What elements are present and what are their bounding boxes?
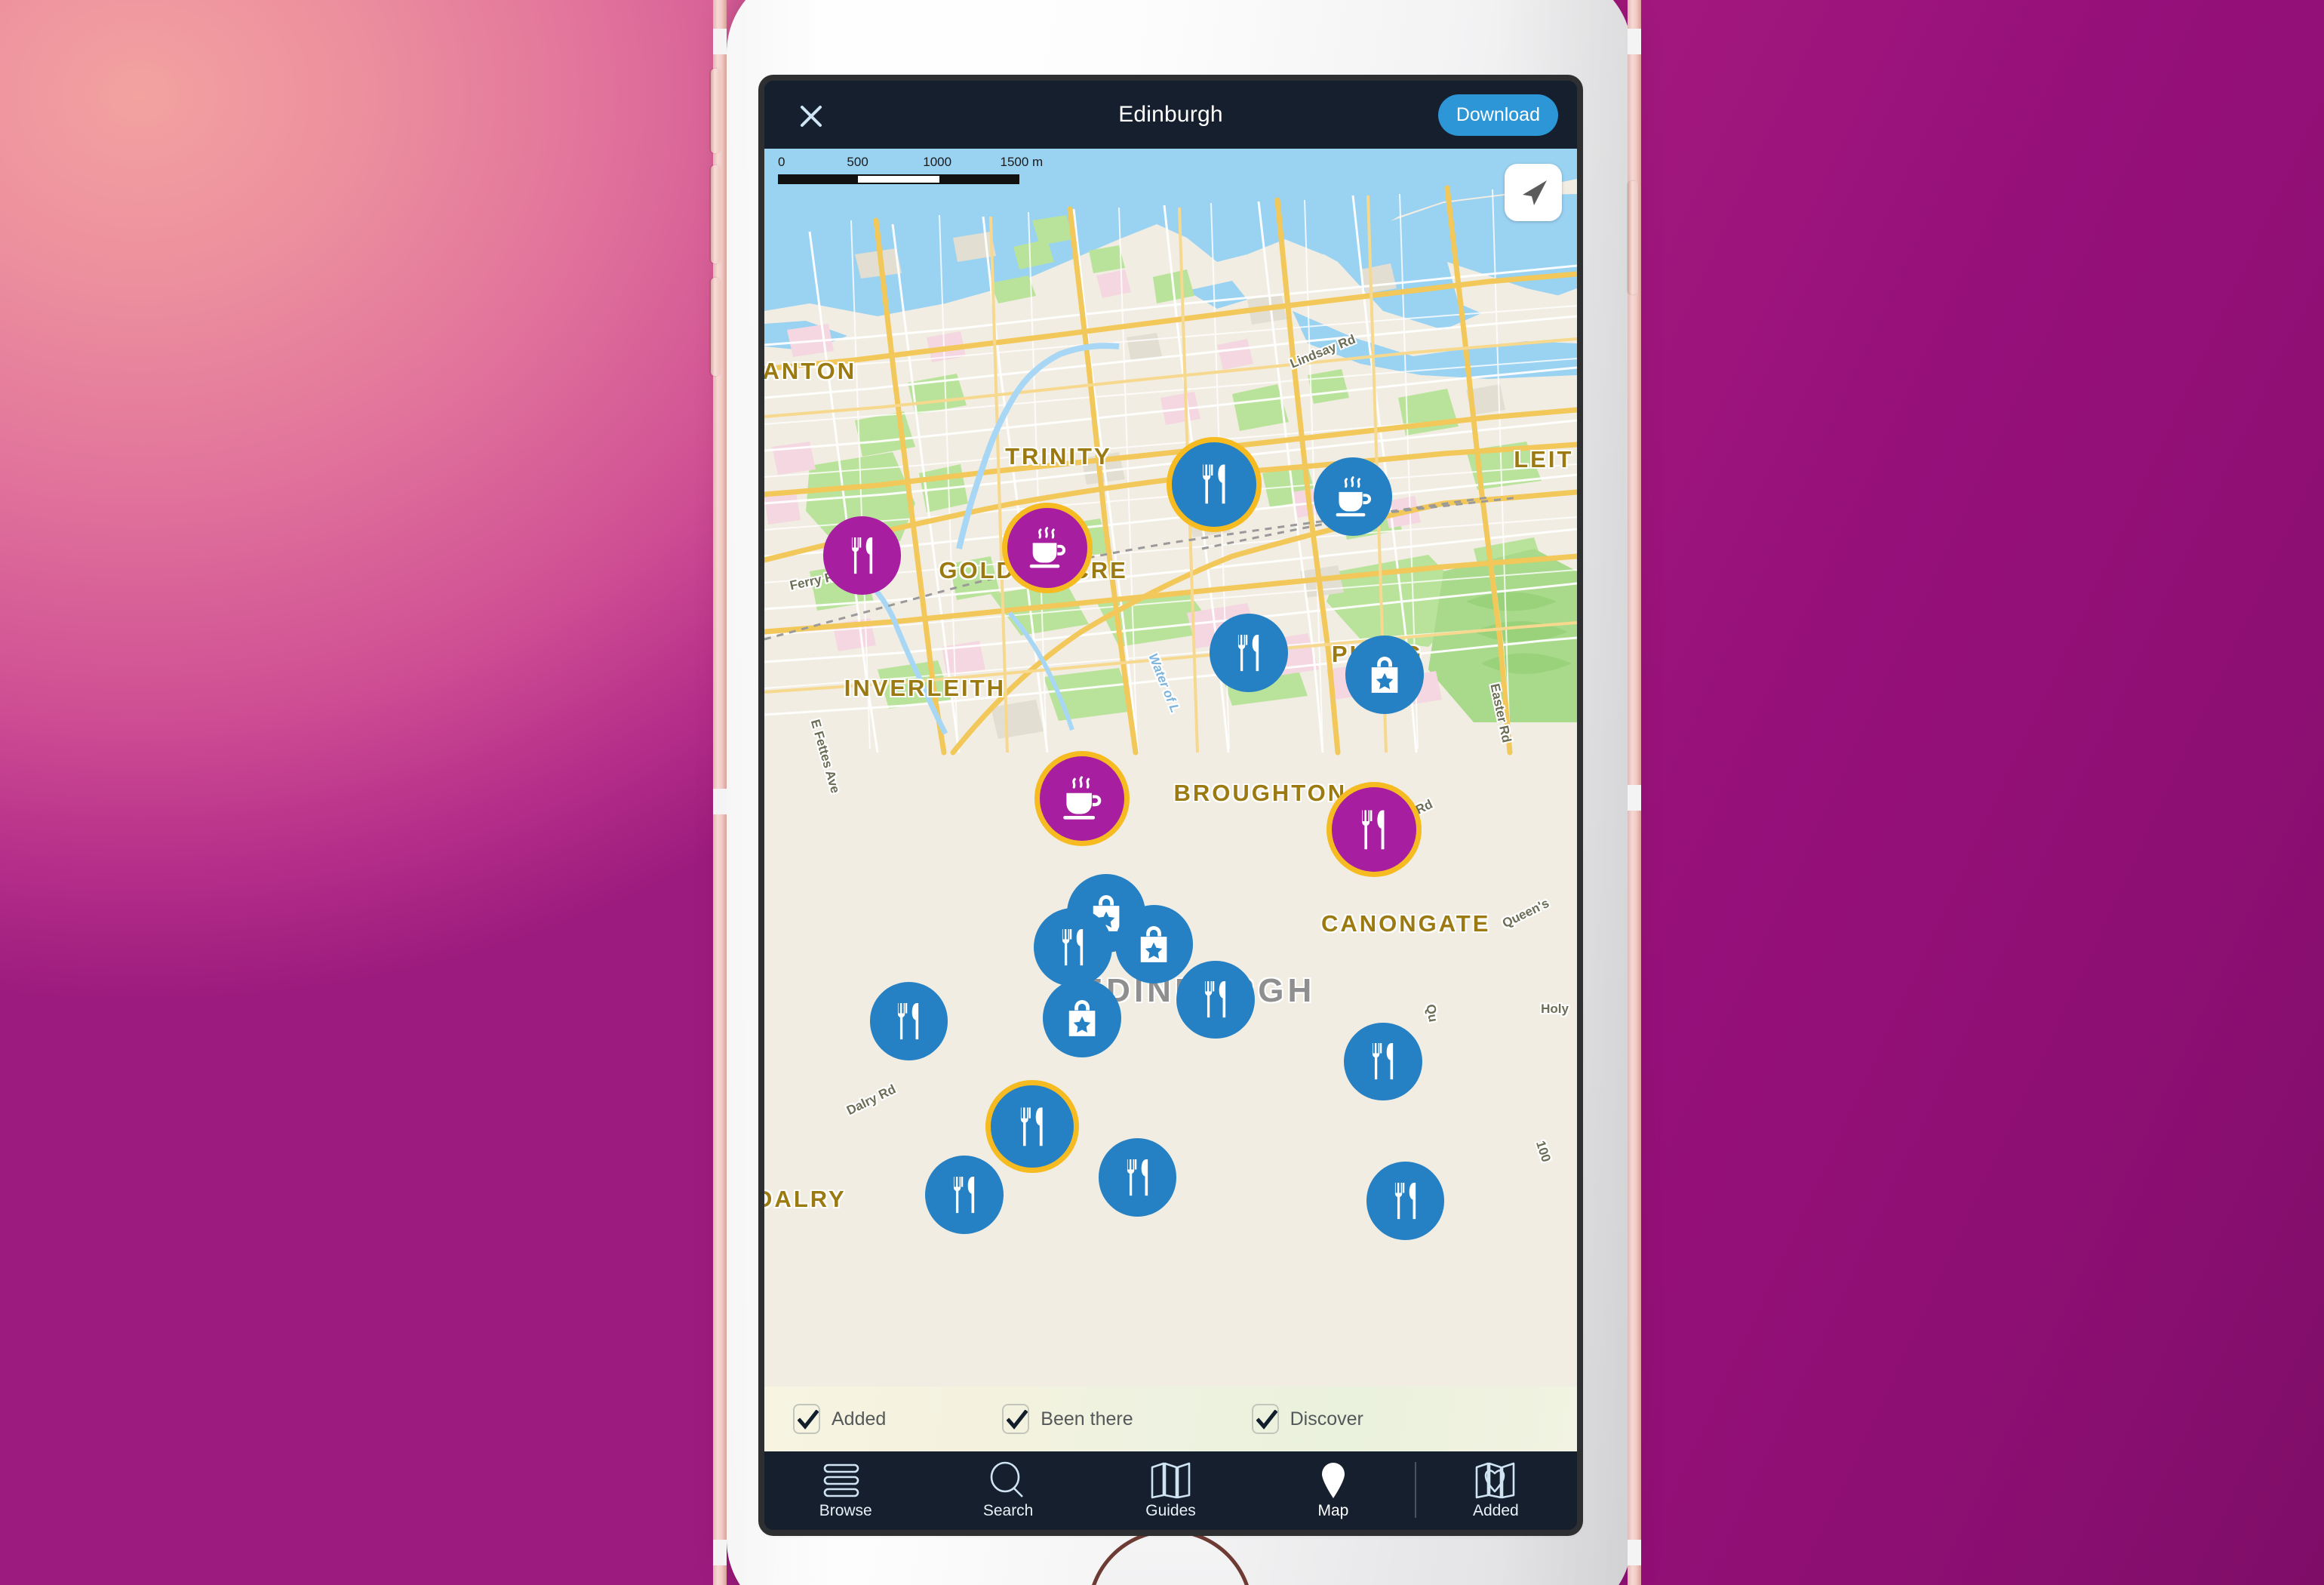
map-pin-restaurant-4[interactable] — [1210, 614, 1289, 693]
map-pin-restaurant-17[interactable] — [925, 1155, 1004, 1234]
filter-added[interactable]: Added — [793, 1404, 886, 1434]
antenna-band-top-right — [1628, 29, 1641, 54]
tab-added[interactable]: Added — [1414, 1451, 1577, 1530]
scale-tick-3: 1500 m — [1000, 155, 1044, 169]
map-heart-icon — [1474, 1461, 1517, 1499]
map-pin-restaurant-18[interactable] — [1366, 1162, 1445, 1240]
tab-label-search: Search — [982, 1502, 1034, 1519]
map-tiles — [764, 149, 1577, 1386]
map-pin-shop-5[interactable] — [1345, 636, 1424, 714]
volume-up-button[interactable] — [711, 165, 721, 263]
scale-tick-0: 0 — [778, 155, 785, 169]
filter-label-added: Added — [832, 1408, 887, 1430]
map-pin-restaurant-16[interactable] — [1098, 1138, 1177, 1217]
checkbox-been-there[interactable] — [1002, 1404, 1030, 1434]
checkbox-added[interactable] — [793, 1404, 820, 1434]
background-gradient-right — [1615, 0, 2324, 1585]
folded-map-icon — [1149, 1461, 1193, 1499]
navigation-arrow-icon[interactable] — [1505, 164, 1562, 221]
magnifier-icon — [988, 1461, 1028, 1499]
filter-discover[interactable]: Discover — [1251, 1404, 1363, 1434]
map-pin-restaurant-15[interactable] — [991, 1085, 1074, 1168]
filter-label-discover: Discover — [1290, 1408, 1363, 1430]
tab-label-added: Added — [1472, 1502, 1519, 1519]
map-scale-bar: 0 500 1000 1500 m — [778, 155, 1043, 184]
map-view[interactable]: RANTONTRINITYLEITLindsay RdFeGOLDENACREF… — [764, 149, 1577, 1386]
map-pin-shop-10[interactable] — [1114, 904, 1194, 983]
tab-map[interactable]: Map — [1252, 1451, 1414, 1530]
bottom-tab-bar: Browse Search Guides Map Added — [764, 1451, 1577, 1530]
silent-switch[interactable] — [711, 69, 721, 153]
tab-browse[interactable]: Browse — [764, 1451, 927, 1530]
map-pin-icon — [1316, 1461, 1351, 1499]
download-button[interactable]: Download — [1437, 94, 1558, 136]
filter-label-been-there: Been there — [1041, 1408, 1133, 1430]
tab-guides[interactable]: Guides — [1090, 1451, 1252, 1530]
antenna-band-top — [713, 29, 727, 54]
tab-search[interactable]: Search — [927, 1451, 1089, 1530]
power-button[interactable] — [1628, 181, 1638, 294]
map-pin-cafe-1[interactable] — [1313, 457, 1392, 537]
filter-been-there[interactable]: Been there — [1002, 1404, 1133, 1434]
app-header: Edinburgh Download — [764, 81, 1577, 149]
tab-divider — [1414, 1462, 1416, 1518]
antenna-band-mid-right — [1628, 785, 1641, 811]
scale-tick-1: 500 — [847, 155, 868, 169]
map-pin-restaurant-7[interactable] — [1331, 787, 1416, 872]
map-pin-cafe-3[interactable] — [1007, 508, 1087, 588]
list-icon — [822, 1461, 869, 1499]
tab-label-map: Map — [1317, 1502, 1349, 1519]
map-pin-restaurant-12[interactable] — [1176, 960, 1256, 1039]
scale-track — [778, 174, 1019, 184]
map-pin-shop-11[interactable] — [1042, 979, 1121, 1057]
antenna-band-bottom-right — [1628, 1540, 1641, 1565]
map-pin-restaurant-9[interactable] — [1034, 907, 1112, 986]
scale-tick-2: 1000 — [923, 155, 952, 169]
checkbox-discover[interactable] — [1251, 1404, 1279, 1434]
tab-label-browse: Browse — [819, 1502, 872, 1519]
map-pin-cafe-6[interactable] — [1039, 756, 1124, 841]
map-filter-bar: Added Been there Discover — [764, 1386, 1577, 1451]
phone-screen: Edinburgh Download ANTON TRINITY LEIT Li… — [764, 81, 1577, 1530]
antenna-band-mid — [713, 789, 727, 814]
map-pin-restaurant-13[interactable] — [869, 982, 948, 1061]
map-pin-restaurant-14[interactable] — [1343, 1022, 1422, 1101]
map-pin-restaurant-0[interactable] — [1172, 442, 1257, 527]
antenna-band-bottom — [713, 1540, 727, 1565]
tab-label-guides: Guides — [1145, 1502, 1196, 1519]
map-pin-restaurant-2[interactable] — [822, 516, 902, 595]
volume-down-button[interactable] — [711, 278, 721, 376]
